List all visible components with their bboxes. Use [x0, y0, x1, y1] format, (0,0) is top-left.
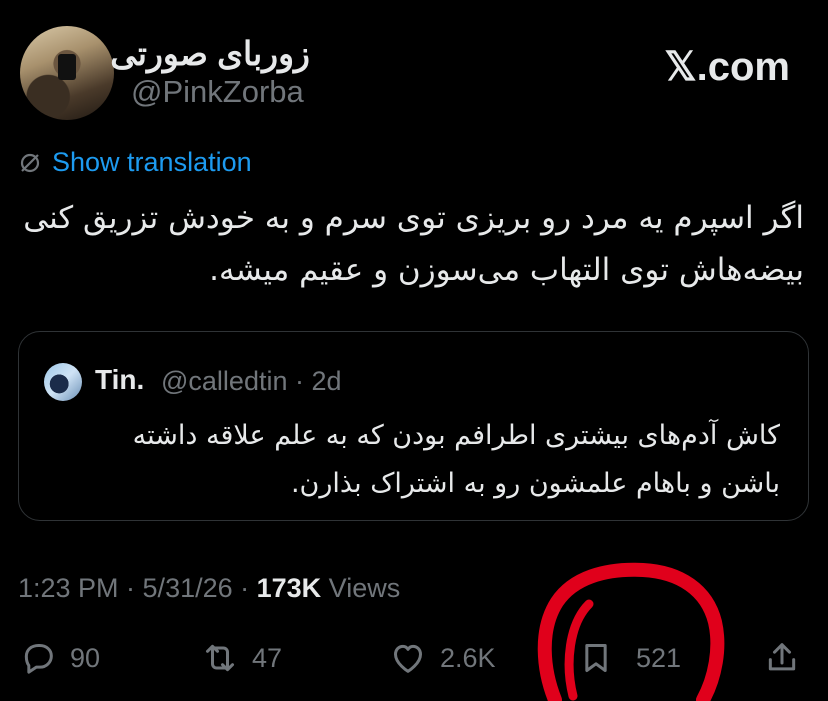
- reply-button[interactable]: 90: [18, 638, 100, 678]
- views-count: 173K: [256, 573, 322, 603]
- like-button[interactable]: 2.6K: [388, 638, 496, 678]
- red-circle-annotation: [537, 562, 725, 701]
- x-com-watermark: 𝕏.com: [664, 45, 790, 89]
- bookmark-icon: [585, 644, 607, 672]
- repost-count: 47: [252, 642, 283, 673]
- views-label: Views: [321, 573, 401, 603]
- tweet-metadata: 1:23 PM · 5/31/26 · 173K Views: [18, 573, 400, 604]
- reply-icon: [24, 644, 53, 674]
- author-display-name[interactable]: زوربای صورتی: [110, 34, 310, 73]
- translate-slash-icon: [20, 153, 40, 172]
- tweet-text-line: اگر اسپرم یه مرد رو بریزی توی سرم و به خ…: [23, 200, 804, 236]
- bookmark-count: 521: [636, 642, 682, 673]
- reply-count: 90: [70, 642, 101, 673]
- bookmark-button[interactable]: 521: [576, 638, 681, 678]
- show-translation-label: Show translation: [52, 147, 252, 177]
- quoted-tweet-text: کاش آدم‌های بیشتری اطرافم بودن که به علم…: [40, 412, 780, 508]
- quoted-author-handle-time: @calledtin · 2d: [161, 366, 342, 396]
- author-avatar[interactable]: [20, 26, 114, 120]
- timestamp[interactable]: 1:23 PM · 5/31/26 ·: [18, 573, 257, 603]
- quoted-author-avatar: [44, 363, 82, 401]
- like-count: 2.6K: [440, 642, 496, 673]
- share-button[interactable]: [762, 638, 802, 678]
- heart-icon: [394, 644, 422, 673]
- quoted-text-line: باشن و باهام علمشون رو به اشتراک بذارن.: [290, 468, 780, 499]
- quoted-author-name: Tin.: [95, 364, 145, 395]
- share-icon: [768, 643, 796, 671]
- show-translation-link[interactable]: Show translation: [18, 147, 252, 178]
- tweet-text-line: بیضه‌هاش توی التهاب می‌سوزن و عقیم میشه.: [209, 252, 804, 288]
- author-handle[interactable]: @PinkZorba: [131, 74, 304, 110]
- repost-button[interactable]: 47: [200, 638, 282, 678]
- repost-icon: [206, 644, 234, 672]
- tweet-text: اگر اسپرم یه مرد رو بریزی توی سرم و به خ…: [23, 192, 804, 296]
- quoted-text-line: کاش آدم‌های بیشتری اطرافم بودن که به علم…: [132, 420, 780, 451]
